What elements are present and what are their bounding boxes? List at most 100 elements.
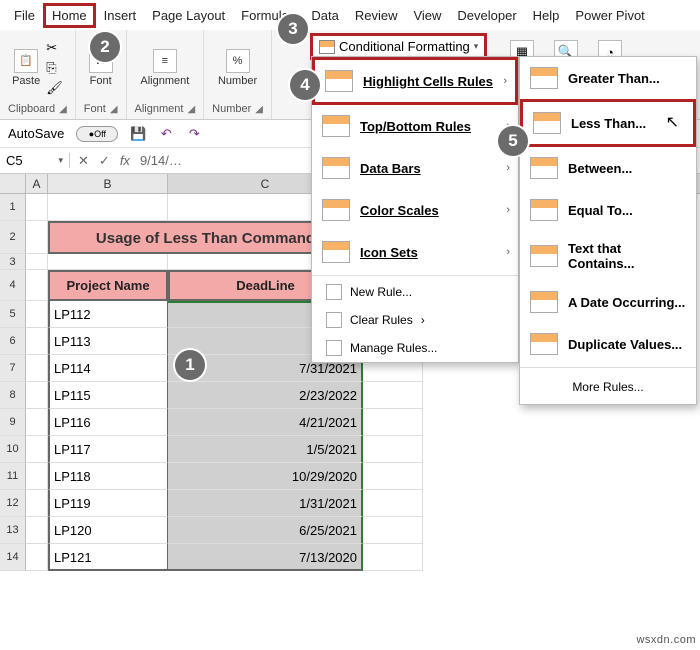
menu-between[interactable]: Between... xyxy=(520,147,696,189)
cell-deadline[interactable]: 2/23/2022 xyxy=(168,382,363,409)
row-header[interactable]: 8 xyxy=(0,382,26,409)
alignment-dialog-launcher[interactable]: ◢ xyxy=(187,104,195,115)
cell-deadline[interactable]: 6/25/2021 xyxy=(168,517,363,544)
cursor-icon: ↖ xyxy=(666,112,679,132)
cell-project-name[interactable]: LP112 xyxy=(48,301,168,328)
fx-icon[interactable]: fx xyxy=(120,153,130,168)
group-alignment: ≡Alignment Alignment◢ xyxy=(127,30,205,119)
menu-color-scales[interactable]: Color Scales› xyxy=(312,189,518,231)
row-header[interactable]: 5 xyxy=(0,301,26,328)
menu-clear-rules[interactable]: Clear Rules› xyxy=(312,306,518,334)
row-header[interactable]: 6 xyxy=(0,328,26,355)
row-header[interactable]: 4 xyxy=(0,270,26,301)
menu-top-bottom-rules[interactable]: Top/Bottom Rules› xyxy=(312,105,518,147)
number-dialog-launcher[interactable]: ◢ xyxy=(255,104,263,115)
cell-project-name[interactable]: LP113 xyxy=(48,328,168,355)
group-number: %Number Number◢ xyxy=(204,30,272,119)
formula-input[interactable]: 9/14/… xyxy=(140,153,182,168)
row-header[interactable]: 1 xyxy=(0,194,26,221)
cell-project-name[interactable]: LP115 xyxy=(48,382,168,409)
row-header[interactable]: 2 xyxy=(0,221,26,254)
copy-icon[interactable]: ⎘ xyxy=(46,60,63,76)
row-header[interactable]: 12 xyxy=(0,490,26,517)
cell-deadline[interactable]: 10/29/2020 xyxy=(168,463,363,490)
number-button[interactable]: %Number xyxy=(218,49,257,87)
cell-project-name[interactable]: LP116 xyxy=(48,409,168,436)
menu-manage-rules[interactable]: Manage Rules... xyxy=(312,334,518,362)
alignment-icon: ≡ xyxy=(153,49,177,73)
enter-icon[interactable]: ✓ xyxy=(99,153,110,169)
chevron-right-icon: › xyxy=(503,75,507,87)
row-header[interactable]: 9 xyxy=(0,409,26,436)
save-icon[interactable]: 💾 xyxy=(130,126,146,142)
menu-highlight-cells-rules[interactable]: Highlight Cells Rules › xyxy=(312,57,518,105)
menu-icon-sets[interactable]: Icon Sets› xyxy=(312,231,518,273)
menu-greater-than[interactable]: Greater Than... xyxy=(520,57,696,99)
tab-power-pivot[interactable]: Power Pivot xyxy=(567,4,652,27)
tab-page-layout[interactable]: Page Layout xyxy=(144,4,233,27)
header-project-name[interactable]: Project Name xyxy=(48,270,168,301)
cell-deadline[interactable]: 1/5/2021 xyxy=(168,436,363,463)
callout-2: 2 xyxy=(90,32,120,62)
menu-less-than[interactable]: Less Than... ↖ xyxy=(520,99,696,147)
col-header-a[interactable]: A xyxy=(26,174,48,193)
tab-developer[interactable]: Developer xyxy=(449,4,524,27)
menu-text-contains[interactable]: Text that Contains... xyxy=(520,231,696,281)
conditional-formatting-icon xyxy=(319,40,335,54)
font-dialog-launcher[interactable]: ◢ xyxy=(110,104,118,115)
cell-project-name[interactable]: LP114 xyxy=(48,355,168,382)
col-header-b[interactable]: B xyxy=(48,174,168,193)
ribbon-tabs: File Home Insert Page Layout Formulas Da… xyxy=(0,0,700,30)
tab-file[interactable]: File xyxy=(6,4,43,27)
date-occurring-icon xyxy=(530,291,558,313)
tab-view[interactable]: View xyxy=(405,4,449,27)
callout-1: 1 xyxy=(175,350,205,380)
color-scales-icon xyxy=(322,199,350,221)
greater-than-icon xyxy=(530,67,558,89)
cell-project-name[interactable]: LP119 xyxy=(48,490,168,517)
menu-equal-to[interactable]: Equal To... xyxy=(520,189,696,231)
cut-icon[interactable]: ✂ xyxy=(46,40,63,56)
name-box[interactable]: C5▾ xyxy=(0,153,70,168)
alignment-button[interactable]: ≡Alignment xyxy=(140,49,189,87)
cell-deadline[interactable]: 7/13/2020 xyxy=(168,544,363,571)
row-header[interactable]: 10 xyxy=(0,436,26,463)
menu-duplicate-values[interactable]: Duplicate Values... xyxy=(520,323,696,365)
menu-new-rule[interactable]: New Rule... xyxy=(312,278,518,306)
between-icon xyxy=(530,157,558,179)
tab-home[interactable]: Home xyxy=(43,3,96,28)
menu-date-occurring[interactable]: A Date Occurring... xyxy=(520,281,696,323)
tab-review[interactable]: Review xyxy=(347,4,406,27)
undo-icon[interactable]: ↶ xyxy=(158,126,174,142)
cell-project-name[interactable]: LP121 xyxy=(48,544,168,571)
callout-5: 5 xyxy=(498,126,528,156)
row-header[interactable]: 13 xyxy=(0,517,26,544)
autosave-toggle[interactable]: ● Off xyxy=(76,126,118,142)
select-all[interactable] xyxy=(0,174,26,193)
cancel-icon[interactable]: ✕ xyxy=(78,153,89,169)
cell-project-name[interactable]: LP117 xyxy=(48,436,168,463)
conditional-formatting-menu: Highlight Cells Rules › Top/Bottom Rules… xyxy=(311,56,519,363)
row-header[interactable]: 14 xyxy=(0,544,26,571)
menu-more-rules[interactable]: More Rules... xyxy=(520,370,696,404)
tab-help[interactable]: Help xyxy=(525,4,568,27)
clipboard-dialog-launcher[interactable]: ◢ xyxy=(59,104,67,115)
cell-project-name[interactable]: LP118 xyxy=(48,463,168,490)
menu-data-bars[interactable]: Data Bars› xyxy=(312,147,518,189)
callout-4: 4 xyxy=(290,70,320,100)
format-painter-icon[interactable]: 🖌 xyxy=(46,80,63,96)
callout-3: 3 xyxy=(278,14,308,44)
paste-button[interactable]: 📋 Paste xyxy=(12,49,40,87)
new-rule-icon xyxy=(326,284,342,300)
tab-data[interactable]: Data xyxy=(303,4,346,27)
row-header[interactable]: 3 xyxy=(0,254,26,270)
chevron-down-icon: ▾ xyxy=(58,155,63,166)
duplicate-values-icon xyxy=(530,333,558,355)
cell-deadline[interactable]: 1/31/2021 xyxy=(168,490,363,517)
cell-project-name[interactable]: LP120 xyxy=(48,517,168,544)
tab-insert[interactable]: Insert xyxy=(96,4,145,27)
redo-icon[interactable]: ↷ xyxy=(186,126,202,142)
row-header[interactable]: 11 xyxy=(0,463,26,490)
cell-deadline[interactable]: 4/21/2021 xyxy=(168,409,363,436)
row-header[interactable]: 7 xyxy=(0,355,26,382)
